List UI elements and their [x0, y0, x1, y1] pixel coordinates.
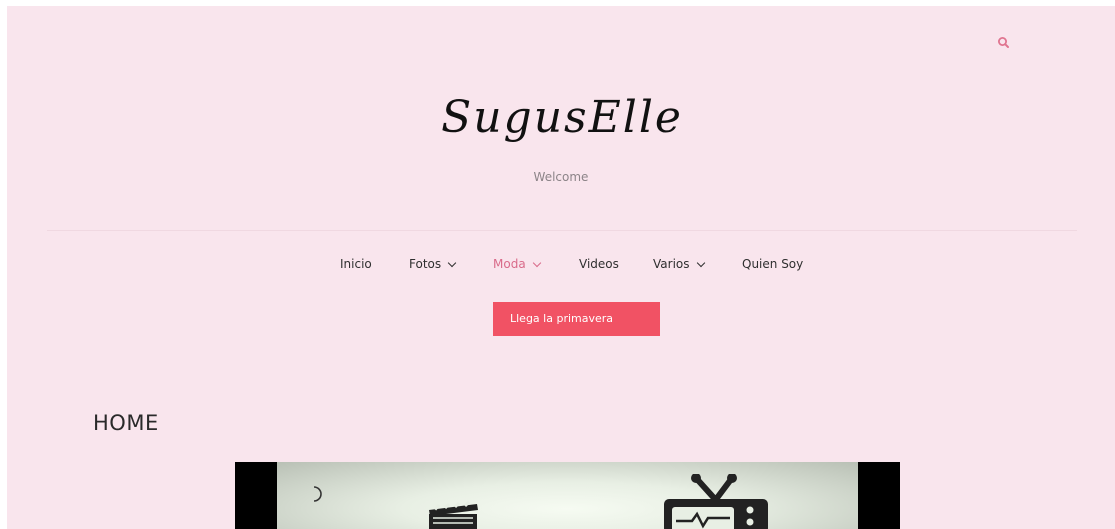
site-tagline: Welcome — [533, 170, 589, 184]
chevron-down-icon — [447, 258, 457, 268]
nav-item-videos[interactable]: Videos — [579, 257, 619, 271]
nav-item-inicio[interactable]: Inicio — [340, 257, 372, 271]
tv-icon — [664, 474, 768, 529]
chevron-down-icon — [532, 258, 541, 268]
video-thumbnail[interactable] — [235, 462, 900, 529]
moon-icon — [313, 486, 322, 502]
clapperboard-icon — [429, 500, 478, 529]
nav-item-varios[interactable]: Varios — [653, 257, 705, 271]
search-icon[interactable] — [997, 36, 1011, 50]
nav-item-label: Fotos — [409, 257, 442, 271]
dropdown-item-llega-la-primavera[interactable]: Llega la primavera — [493, 302, 660, 336]
nav-item-moda[interactable]: Moda — [493, 257, 541, 271]
chevron-down-icon — [696, 258, 705, 268]
nav-item-fotos[interactable]: Fotos — [409, 257, 457, 271]
nav-item-label: Moda — [493, 257, 526, 271]
nav-item-label: Varios — [653, 257, 690, 271]
nav-item-quien-soy[interactable]: Quien Soy — [742, 257, 803, 271]
page-title: HOME — [93, 411, 159, 435]
page: SugusElle Welcome Inicio Fotos Moda Vide… — [7, 6, 1115, 529]
video-frame — [277, 462, 858, 529]
header-divider — [47, 230, 1077, 231]
main-nav: Inicio Fotos Moda Videos Varios Quien So… — [7, 257, 1115, 279]
site-logo[interactable]: SugusElle — [427, 78, 697, 158]
